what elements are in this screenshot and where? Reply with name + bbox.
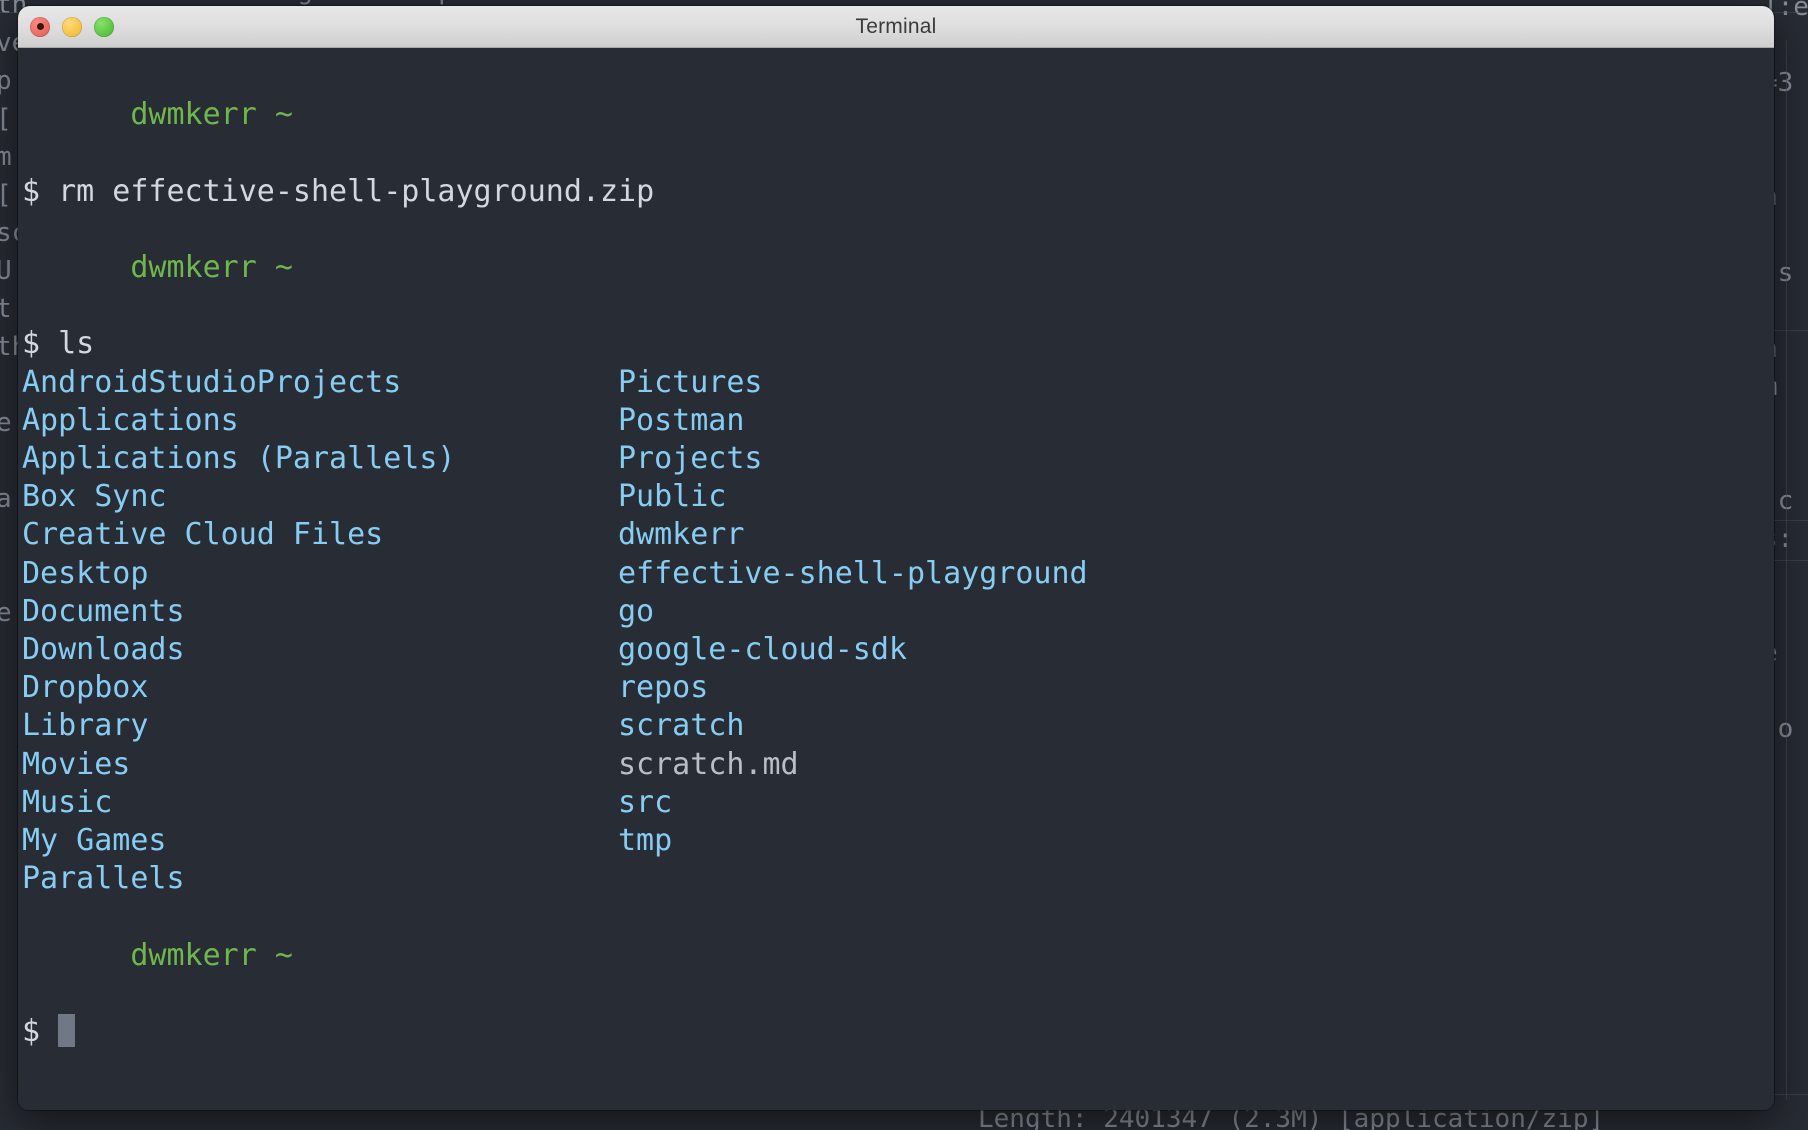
listing-entry: Music: [22, 784, 113, 820]
command-line: $ rm effective-shell-playground.zip: [18, 173, 1774, 211]
listing-row: Movies scratch.md: [18, 746, 1774, 784]
command-spacer: [40, 1014, 58, 1049]
listing-row: Applications (Parallels) Projects: [18, 440, 1774, 478]
command-spacer: [40, 174, 58, 209]
maximize-button[interactable]: [94, 16, 114, 37]
listing-entry: tmp: [618, 823, 673, 859]
window-title: Terminal: [855, 14, 937, 38]
listing-entry: Desktop: [22, 555, 149, 591]
listing-entry: dwmkerr: [618, 517, 745, 553]
listing-row: Parallels: [18, 860, 1774, 898]
prompt-line: dwmkerr ~: [18, 898, 1774, 1013]
listing-entry: Downloads: [22, 632, 185, 668]
listing-entry: Box Sync: [22, 479, 167, 515]
listing-entry: Documents: [22, 593, 185, 629]
command-spacer: [40, 326, 58, 361]
listing-entry: repos: [618, 670, 709, 706]
prompt-line: dwmkerr ~: [18, 211, 1774, 326]
command-line: $ ls: [18, 325, 1774, 363]
command-text: rm effective-shell-playground.zip: [58, 173, 655, 209]
prompt-line: dwmkerr ~: [18, 58, 1774, 173]
listing-row: Desktop effective-shell-playground: [18, 555, 1774, 593]
listing-entry: AndroidStudioProjects: [22, 364, 402, 400]
text-cursor: [58, 1014, 76, 1048]
listing-entry: src: [618, 784, 673, 820]
prompt-label: dwmkerr ~: [130, 97, 293, 133]
listing-row: AndroidStudioProjects Pictures: [18, 364, 1774, 402]
listing-entry: Applications: [22, 402, 239, 438]
listing-row: Library scratch: [18, 707, 1774, 745]
listing-entry: Pictures: [618, 364, 763, 400]
listing-entry: Projects: [618, 441, 763, 477]
active-command-line[interactable]: $: [18, 1013, 1774, 1051]
listing-entry: effective-shell-playground: [618, 555, 1088, 591]
background-rule: [1786, 40, 1787, 1100]
listing-entry: Library: [22, 708, 149, 744]
terminal-output-area[interactable]: dwmkerr ~ $ rm effective-shell-playgroun…: [18, 48, 1774, 1110]
listing-row: Box Sync Public: [18, 478, 1774, 516]
listing-row: Music src: [18, 784, 1774, 822]
listing-entry: Movies: [22, 746, 131, 782]
listing-entry: scratch: [618, 708, 745, 744]
prompt-symbol: $: [22, 173, 41, 209]
listing-entry: scratch.md: [618, 746, 799, 782]
listing-entry: Postman: [618, 402, 745, 438]
listing-entry: Public: [618, 479, 727, 515]
listing-row: Downloads google-cloud-sdk: [18, 631, 1774, 669]
listing-entry: My Games: [22, 823, 167, 859]
listing-row: Creative Cloud Files dwmkerr: [18, 516, 1774, 554]
listing-entry: google-cloud-sdk: [618, 632, 907, 668]
prompt-symbol: $: [22, 326, 41, 362]
prompt-symbol: $: [22, 1014, 41, 1050]
listing-entry: Applications (Parallels): [22, 441, 456, 477]
listing-entry: Dropbox: [22, 670, 149, 706]
close-button[interactable]: [30, 16, 50, 37]
listing-entry: go: [618, 593, 655, 629]
terminal-window[interactable]: Terminal dwmkerr ~ $ rm effective-shell-…: [18, 6, 1774, 1110]
window-title-bar[interactable]: Terminal: [18, 6, 1774, 48]
prompt-label: dwmkerr ~: [130, 250, 293, 286]
command-text: ls: [58, 326, 95, 362]
prompt-label: dwmkerr ~: [130, 937, 293, 973]
listing-row: Applications Postman: [18, 402, 1774, 440]
listing-entry: Parallels: [22, 861, 185, 897]
minimize-button[interactable]: [62, 16, 82, 37]
listing-entry: Creative Cloud Files: [22, 517, 384, 553]
listing-row: Dropbox repos: [18, 669, 1774, 707]
directory-listing: AndroidStudioProjects Pictures Application…: [18, 364, 1774, 899]
traffic-light-group: [30, 6, 114, 47]
listing-row: My Games tmp: [18, 822, 1774, 860]
listing-row: Documents go: [18, 593, 1774, 631]
